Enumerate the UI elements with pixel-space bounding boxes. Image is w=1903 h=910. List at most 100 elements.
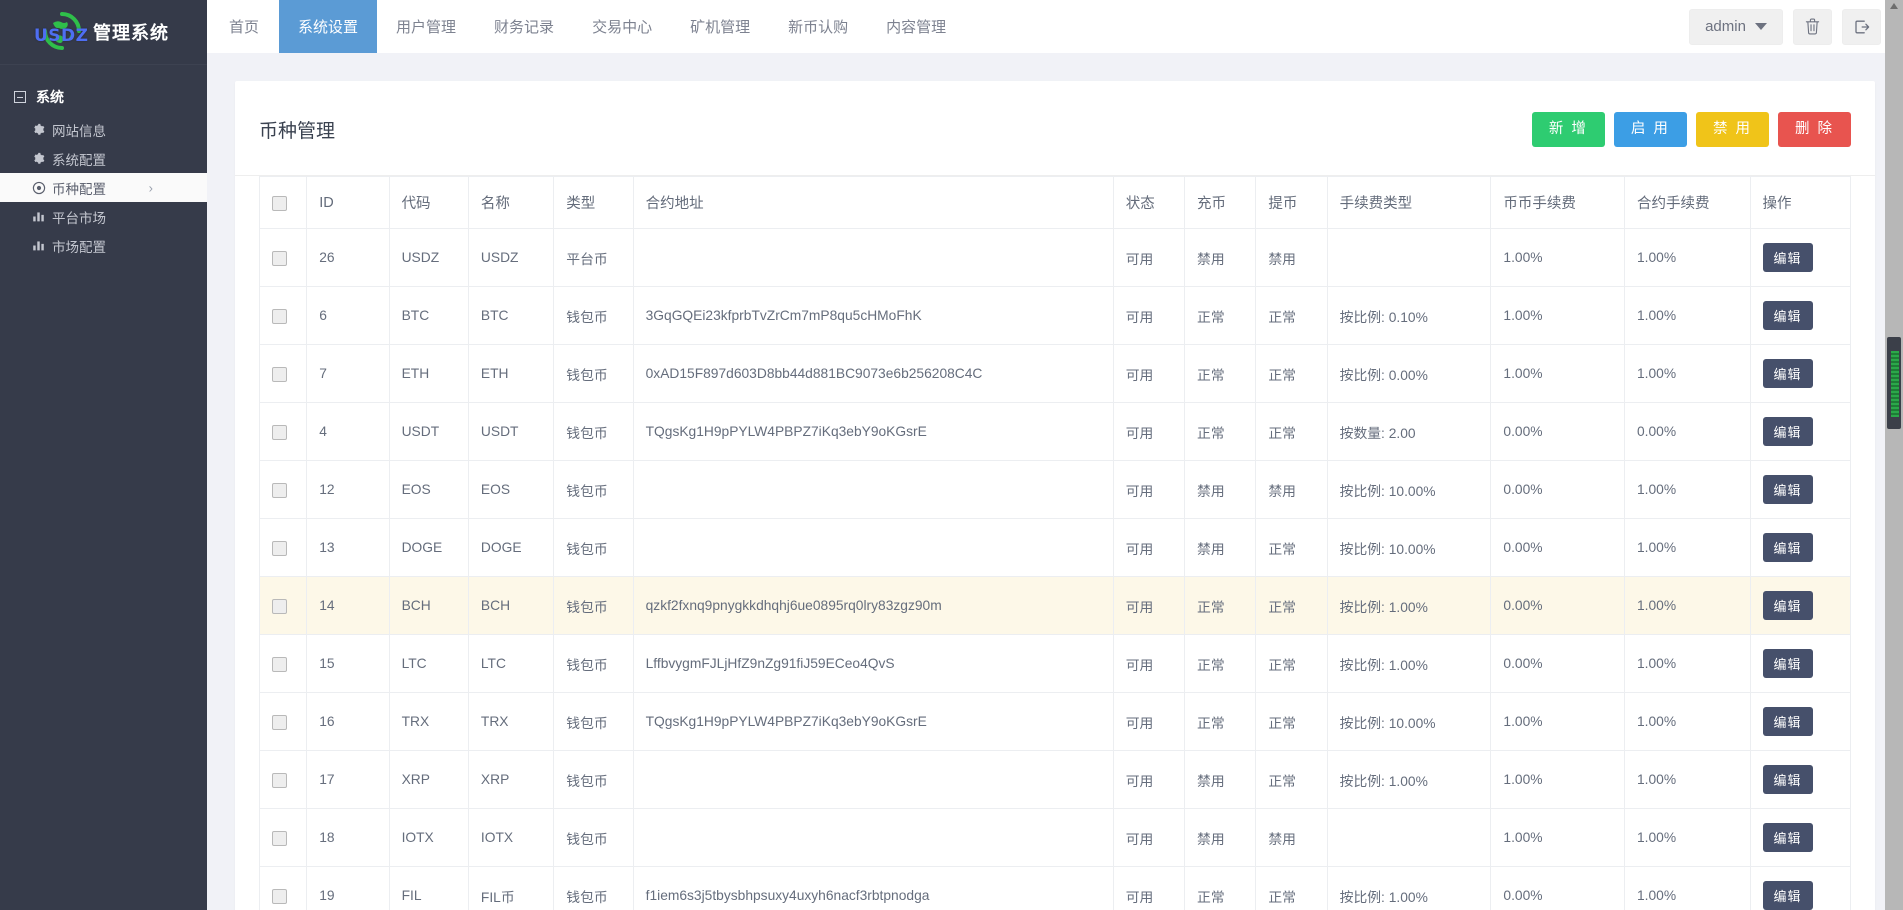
table-row[interactable]: 14BCHBCH钱包币qzkf2fxnq9pnygkkdhqhj6ue0895r… (260, 577, 1851, 635)
sidebar-group-system[interactable]: 系统 (0, 79, 207, 115)
col-fee-type[interactable]: 手续费类型 (1327, 177, 1491, 229)
chevron-down-icon (1755, 23, 1767, 30)
table-row[interactable]: 17XRPXRP钱包币可用禁用正常按比例: 1.00%1.00%1.00%编辑 (260, 751, 1851, 809)
logo-title: 管理系统 (93, 19, 169, 45)
edit-button[interactable]: 编辑 (1763, 301, 1813, 330)
user-menu-button[interactable]: admin (1689, 9, 1783, 45)
cell-contract-address (633, 519, 1113, 577)
brand-logo[interactable]: USDZ 管理系统 (0, 0, 207, 65)
cell-fee-type (1327, 229, 1491, 287)
row-checkbox[interactable] (272, 367, 287, 382)
cell-code: TRX (389, 693, 468, 751)
row-checkbox[interactable] (272, 483, 287, 498)
scroll-up-arrow-icon[interactable] (1890, 3, 1898, 9)
edit-button[interactable]: 编辑 (1763, 765, 1813, 794)
table-row[interactable]: 19FILFIL币钱包币f1iem6s3j5tbysbhpsuxy4uxyh6n… (260, 867, 1851, 910)
cell-status: 可用 (1113, 577, 1184, 635)
table-row[interactable]: 4USDTUSDT钱包币TQgsKg1H9pPYLW4PBPZ7iKq3ebY9… (260, 403, 1851, 461)
sidebar-item-website-info[interactable]: 网站信息 (0, 115, 207, 144)
row-checkbox[interactable] (272, 309, 287, 324)
row-checkbox[interactable] (272, 831, 287, 846)
col-id[interactable]: ID (307, 177, 389, 229)
logout-button[interactable] (1842, 9, 1881, 45)
edit-button[interactable]: 编辑 (1763, 417, 1813, 446)
cell-name: BCH (468, 577, 553, 635)
row-select-cell (260, 867, 307, 910)
cell-actions: 编辑 (1750, 403, 1850, 461)
clear-cache-button[interactable] (1793, 9, 1832, 45)
cell-id: 19 (307, 867, 389, 910)
edit-button[interactable]: 编辑 (1763, 475, 1813, 504)
tab-new-coin-offering[interactable]: 新币认购 (769, 0, 867, 53)
row-checkbox[interactable] (272, 657, 287, 672)
table-row[interactable]: 16TRXTRX钱包币TQgsKg1H9pPYLW4PBPZ7iKq3ebY9o… (260, 693, 1851, 751)
sidebar-item-coin-config[interactable]: 币种配置 › (0, 173, 207, 202)
edit-button[interactable]: 编辑 (1763, 243, 1813, 272)
col-spot-fee[interactable]: 币币手续费 (1491, 177, 1625, 229)
col-type[interactable]: 类型 (554, 177, 633, 229)
col-status[interactable]: 状态 (1113, 177, 1184, 229)
edit-button[interactable]: 编辑 (1763, 649, 1813, 678)
cell-id: 26 (307, 229, 389, 287)
cell-status: 可用 (1113, 403, 1184, 461)
minus-square-icon (14, 91, 26, 103)
col-code[interactable]: 代码 (389, 177, 468, 229)
add-button[interactable]: 新 增 (1532, 112, 1605, 147)
row-checkbox[interactable] (272, 889, 287, 904)
row-select-cell (260, 693, 307, 751)
cell-id: 7 (307, 345, 389, 403)
col-withdraw[interactable]: 提币 (1256, 177, 1327, 229)
table-row[interactable]: 15LTCLTC钱包币LffbvygmFJLjHfZ9nZg91fiJ59ECe… (260, 635, 1851, 693)
col-select-all (260, 177, 307, 229)
sidebar-item-market-config[interactable]: 市场配置 (0, 231, 207, 260)
row-checkbox[interactable] (272, 715, 287, 730)
tab-system-settings[interactable]: 系统设置 (279, 0, 377, 53)
col-contract-addr[interactable]: 合约地址 (633, 177, 1113, 229)
edit-button[interactable]: 编辑 (1763, 823, 1813, 852)
col-name[interactable]: 名称 (468, 177, 553, 229)
table-row[interactable]: 7ETHETH钱包币0xAD15F897d603D8bb44d881BC9073… (260, 345, 1851, 403)
table-row[interactable]: 18IOTXIOTX钱包币可用禁用禁用1.00%1.00%编辑 (260, 809, 1851, 867)
edit-button[interactable]: 编辑 (1763, 591, 1813, 620)
disable-button[interactable]: 禁 用 (1696, 112, 1769, 147)
cell-name: ETH (468, 345, 553, 403)
table-row[interactable]: 6BTCBTC钱包币3GqGQEi23kfprbTvZrCm7mP8qu5cHM… (260, 287, 1851, 345)
col-contract-fee[interactable]: 合约手续费 (1624, 177, 1750, 229)
table-header-row: ID 代码 名称 类型 合约地址 状态 充币 提币 手续费类型 币币手续费 合约… (260, 177, 1851, 229)
delete-button[interactable]: 删 除 (1778, 112, 1851, 147)
tab-content-management[interactable]: 内容管理 (867, 0, 965, 53)
row-checkbox[interactable] (272, 773, 287, 788)
tab-home[interactable]: 首页 (207, 0, 279, 53)
row-checkbox[interactable] (272, 599, 287, 614)
cell-code: USDZ (389, 229, 468, 287)
sidebar-item-platform-market[interactable]: 平台市场 (0, 202, 207, 231)
table-row[interactable]: 12EOSEOS钱包币可用禁用禁用按比例: 10.00%0.00%1.00%编辑 (260, 461, 1851, 519)
edit-button[interactable]: 编辑 (1763, 881, 1813, 910)
cell-fee-type: 按比例: 10.00% (1327, 519, 1491, 577)
col-deposit[interactable]: 充币 (1185, 177, 1256, 229)
scrollbar-thumb[interactable] (1887, 337, 1901, 429)
coin-table-body: 26USDZUSDZ平台币可用禁用禁用1.00%1.00%编辑6BTCBTC钱包… (260, 229, 1851, 910)
table-row[interactable]: 13DOGEDOGE钱包币可用禁用正常按比例: 10.00%0.00%1.00%… (260, 519, 1851, 577)
tab-miner-management[interactable]: 矿机管理 (671, 0, 769, 53)
sidebar-item-system-config[interactable]: 系统配置 (0, 144, 207, 173)
tab-trading-center[interactable]: 交易中心 (573, 0, 671, 53)
tab-user-management[interactable]: 用户管理 (377, 0, 475, 53)
sidebar: USDZ 管理系统 系统 网站信息 系统配置 (0, 0, 207, 910)
cell-fee-type: 按比例: 1.00% (1327, 577, 1491, 635)
edit-button[interactable]: 编辑 (1763, 707, 1813, 736)
edit-button[interactable]: 编辑 (1763, 359, 1813, 388)
edit-button[interactable]: 编辑 (1763, 533, 1813, 562)
row-checkbox[interactable] (272, 251, 287, 266)
cell-withdraw: 禁用 (1256, 229, 1327, 287)
tab-financial-records[interactable]: 财务记录 (475, 0, 573, 53)
row-checkbox[interactable] (272, 541, 287, 556)
cell-id: 13 (307, 519, 389, 577)
page-scrollbar[interactable] (1885, 0, 1903, 910)
select-all-checkbox[interactable] (272, 196, 287, 211)
row-checkbox[interactable] (272, 425, 287, 440)
enable-button[interactable]: 启 用 (1614, 112, 1687, 147)
target-icon (31, 180, 46, 195)
table-row[interactable]: 26USDZUSDZ平台币可用禁用禁用1.00%1.00%编辑 (260, 229, 1851, 287)
cell-spot-fee: 0.00% (1491, 577, 1625, 635)
